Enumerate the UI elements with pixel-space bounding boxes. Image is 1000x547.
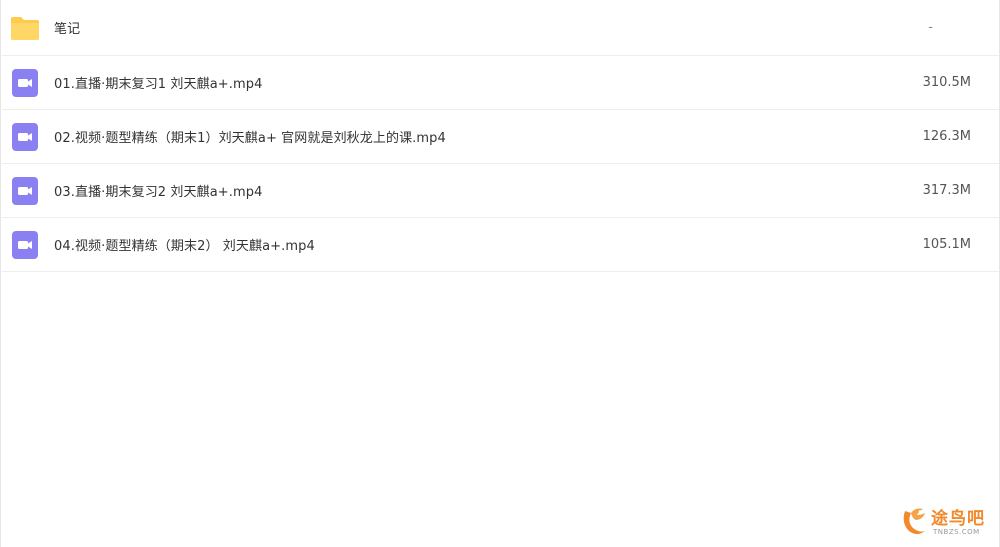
watermark-brand: 途鸟吧 xyxy=(931,509,985,529)
video-file-icon xyxy=(10,230,40,260)
site-watermark: 途鸟吧 TNBZS.COM xyxy=(899,501,993,543)
video-file-icon xyxy=(10,176,40,206)
file-list: 笔记 - 01.直播·期末复习1 刘天麒a+.mp4 310.5M 02.视频·… xyxy=(2,0,999,272)
file-size: 310.5M xyxy=(922,75,971,90)
file-size: 105.1M xyxy=(922,237,971,252)
bird-logo-icon xyxy=(903,508,925,534)
folder-row-notes[interactable]: 笔记 - xyxy=(2,0,999,56)
file-browser: 笔记 - 01.直播·期末复习1 刘天麒a+.mp4 310.5M 02.视频·… xyxy=(0,0,1000,547)
file-row-video[interactable]: 03.直播·期末复习2 刘天麒a+.mp4 317.3M xyxy=(2,164,999,218)
file-size: - xyxy=(928,20,933,35)
file-size: 126.3M xyxy=(922,129,971,144)
file-name: 笔记 xyxy=(54,22,81,37)
video-file-icon xyxy=(10,122,40,152)
file-row-video[interactable]: 02.视频·题型精练（期末1）刘天麒a+ 官网就是刘秋龙上的课.mp4 126.… xyxy=(2,110,999,164)
folder-icon xyxy=(10,13,40,43)
file-name: 03.直播·期末复习2 刘天麒a+.mp4 xyxy=(54,185,263,200)
file-size: 317.3M xyxy=(922,183,971,198)
file-name: 02.视频·题型精练（期末1）刘天麒a+ 官网就是刘秋龙上的课.mp4 xyxy=(54,131,446,146)
file-row-video[interactable]: 04.视频·题型精练（期末2） 刘天麒a+.mp4 105.1M xyxy=(2,218,999,272)
file-name: 01.直播·期末复习1 刘天麒a+.mp4 xyxy=(54,77,263,92)
file-name: 04.视频·题型精练（期末2） 刘天麒a+.mp4 xyxy=(54,239,315,254)
watermark-domain: TNBZS.COM xyxy=(933,528,980,536)
video-file-icon xyxy=(10,68,40,98)
file-row-video[interactable]: 01.直播·期末复习1 刘天麒a+.mp4 310.5M xyxy=(2,56,999,110)
